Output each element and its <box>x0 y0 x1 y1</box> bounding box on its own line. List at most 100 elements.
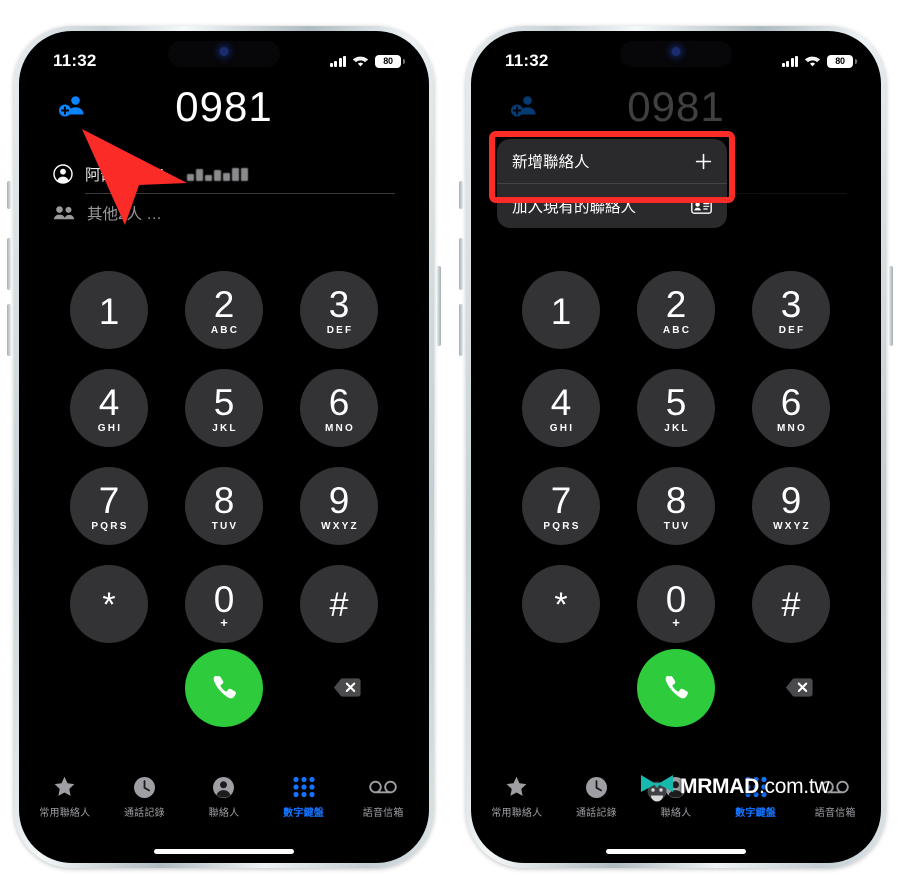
backspace-delete-icon <box>785 678 813 697</box>
key-8[interactable]: 8 TUV <box>185 467 263 545</box>
key-hash[interactable]: # <box>752 565 830 643</box>
wifi-icon <box>352 56 369 66</box>
key-letters: PQRS <box>91 520 129 532</box>
key-digit: 8 <box>213 480 235 522</box>
cellular-bars-icon <box>781 55 798 67</box>
key-8[interactable]: 8 TUV <box>637 467 715 545</box>
key-letters: + <box>220 615 228 631</box>
menu-item-create-contact[interactable]: 新增聯絡人 <box>497 139 727 183</box>
key-9[interactable]: 9 WXYZ <box>300 467 378 545</box>
key-2[interactable]: 2 ABC <box>185 271 263 349</box>
tab-favorites[interactable]: 常用聯絡人 <box>480 775 554 819</box>
key-9[interactable]: 9 WXYZ <box>752 467 830 545</box>
tab-keypad[interactable]: 數字鍵盤 <box>267 775 341 819</box>
key-7[interactable]: 7 PQRS <box>70 467 148 545</box>
key-3[interactable]: 3 DEF <box>300 271 378 349</box>
tab-recents[interactable]: 通話記錄 <box>107 775 181 819</box>
key-2[interactable]: 2 ABC <box>637 271 715 349</box>
watermark-domain: .com.tw <box>758 775 830 798</box>
key-1[interactable]: 1 <box>522 271 600 349</box>
key-digit: 9 <box>780 480 802 522</box>
key-letters: DEF <box>326 324 354 336</box>
key-6[interactable]: 6 MNO <box>752 369 830 447</box>
key-hash[interactable]: # <box>300 565 378 643</box>
key-6[interactable]: 6 MNO <box>300 369 378 447</box>
key-digit: 1 <box>550 290 572 332</box>
power-button[interactable] <box>437 266 441 346</box>
home-indicator[interactable] <box>606 849 746 854</box>
key-5[interactable]: 5 JKL <box>637 369 715 447</box>
red-pointer-arrow <box>82 129 187 225</box>
tab-contacts[interactable]: 聯絡人 <box>187 775 261 819</box>
tab-recents[interactable]: 通話記錄 <box>559 775 633 819</box>
key-digit: 1 <box>98 290 120 332</box>
watermark: MRMAD.com.tw <box>640 772 830 802</box>
key-asterisk[interactable]: * <box>522 565 600 643</box>
mrmad-cat-logo <box>641 775 673 802</box>
wifi-icon <box>804 56 821 66</box>
battery-icon: 80 <box>375 54 405 68</box>
call-button[interactable] <box>185 649 263 727</box>
key-digit: 3 <box>328 284 350 326</box>
screenshot-canvas: 11:32 80 0981 1 2 ABC 3 DEF 4 GHI 5 JKL … <box>0 0 900 894</box>
key-letters: PQRS <box>543 520 581 532</box>
key-1[interactable]: 1 <box>70 271 148 349</box>
key-digit: * <box>554 586 568 625</box>
volume-down-button[interactable] <box>459 304 463 356</box>
tab-voicemail[interactable]: 語音信箱 <box>346 775 420 819</box>
silence-switch[interactable] <box>7 181 11 209</box>
tab-label: 聯絡人 <box>660 808 692 819</box>
home-indicator[interactable] <box>154 849 294 854</box>
delete-button[interactable] <box>333 677 361 698</box>
key-digit: 2 <box>213 284 235 326</box>
key-7[interactable]: 7 PQRS <box>522 467 600 545</box>
key-digit: 9 <box>328 480 350 522</box>
phone-screen-right: 11:32 80 0981 1 2 ABC 3 DEF 4 GHI 5 JKL … <box>471 31 881 863</box>
key-letters: JKL <box>664 422 690 434</box>
menu-item-add-to-existing[interactable]: 加入現有的聯絡人 <box>497 184 727 228</box>
key-0[interactable]: 0 + <box>185 565 263 643</box>
tab-label: 常用聯絡人 <box>39 808 91 819</box>
key-3[interactable]: 3 DEF <box>752 271 830 349</box>
menu-item-label: 新增聯絡人 <box>512 154 590 171</box>
delete-button[interactable] <box>785 677 813 698</box>
key-digit: 3 <box>780 284 802 326</box>
backspace-delete-icon <box>333 678 361 697</box>
key-digit: 0 <box>213 578 235 620</box>
key-letters: + <box>672 615 680 631</box>
key-letters: ABC <box>210 324 240 336</box>
volume-up-button[interactable] <box>7 238 11 290</box>
phone-right: 11:32 80 0981 1 2 ABC 3 DEF 4 GHI 5 JKL … <box>459 26 893 868</box>
call-row <box>19 649 429 729</box>
keypad-dots-icon <box>292 775 316 799</box>
key-letters: ABC <box>662 324 692 336</box>
key-letters: GHI <box>549 422 575 434</box>
tab-favorites[interactable]: 常用聯絡人 <box>28 775 102 819</box>
key-4[interactable]: 4 GHI <box>522 369 600 447</box>
key-asterisk[interactable]: * <box>70 565 148 643</box>
key-digit: 4 <box>98 382 120 424</box>
key-digit: 6 <box>780 382 802 424</box>
call-button[interactable] <box>637 649 715 727</box>
key-5[interactable]: 5 JKL <box>185 369 263 447</box>
power-button[interactable] <box>889 266 893 346</box>
dialed-number: 0981 <box>627 83 725 130</box>
tab-label: 數字鍵盤 <box>735 808 776 819</box>
keypad-right: 1 2 ABC 3 DEF 4 GHI 5 JKL 6 MNO 7 PQRS 8 TUV 9W… <box>471 271 881 643</box>
battery-icon: 80 <box>827 54 857 68</box>
key-digit: 5 <box>213 382 235 424</box>
key-digit: 2 <box>665 284 687 326</box>
key-0[interactable]: 0 + <box>637 565 715 643</box>
plus-icon <box>695 153 712 169</box>
volume-up-button[interactable] <box>459 238 463 290</box>
tab-label: 聯絡人 <box>208 808 240 819</box>
volume-down-button[interactable] <box>7 304 11 356</box>
key-letters: WXYZ <box>321 520 359 532</box>
status-bar: 11:32 80 <box>19 31 429 79</box>
star-icon <box>53 775 76 799</box>
key-4[interactable]: 4 GHI <box>70 369 148 447</box>
silence-switch[interactable] <box>459 181 463 209</box>
status-bar: 11:32 80 <box>471 31 881 79</box>
redacted-number <box>187 167 249 181</box>
tab-label: 常用聯絡人 <box>491 808 543 819</box>
